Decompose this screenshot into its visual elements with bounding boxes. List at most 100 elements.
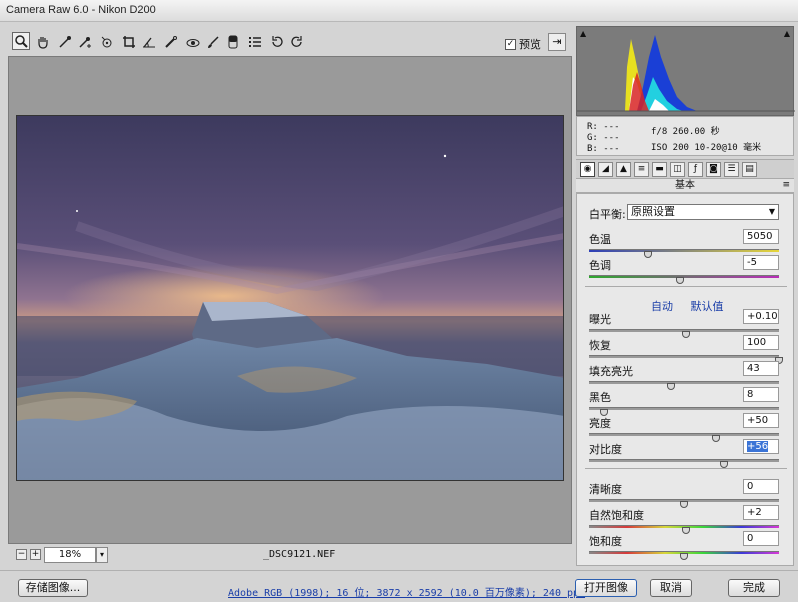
red-readout: R: --- — [587, 122, 620, 132]
vibrance-value-field[interactable]: +2 — [743, 505, 779, 520]
rotate-ccw-icon[interactable] — [268, 33, 286, 51]
zoom-in-button[interactable]: + — [30, 549, 41, 560]
blacks-value-field[interactable]: 8 — [743, 387, 779, 402]
recovery-slider[interactable] — [589, 355, 779, 358]
crop-icon[interactable] — [120, 33, 138, 51]
saturation-label: 饱和度 — [589, 535, 622, 548]
vibrance-label: 自然饱和度 — [589, 509, 644, 522]
panel-header: 基本 ≡ — [576, 179, 794, 193]
exposure-value-field[interactable]: +0.10 — [743, 309, 779, 324]
temperature-slider-thumb[interactable] — [643, 251, 652, 258]
white-balance-label: 白平衡: — [589, 208, 626, 221]
zoom-level-field[interactable]: 18% — [44, 547, 96, 563]
effects-tab[interactable]: ƒ — [688, 162, 703, 177]
hand-icon[interactable] — [34, 33, 52, 51]
toggle-fullscreen-button[interactable]: ⇥ — [548, 33, 566, 51]
recovery-value-field[interactable]: 100 — [743, 335, 779, 350]
info-panel: R: --- G: --- B: --- f/8 260.00 秒 ISO 20… — [576, 116, 794, 156]
contrast-value-field[interactable]: +56 — [743, 439, 779, 454]
rotate-cw-icon[interactable] — [288, 33, 306, 51]
zoom-icon[interactable] — [12, 32, 30, 50]
vibrance-value: +2 — [747, 507, 762, 518]
lens-tab[interactable]: ◫ — [670, 162, 685, 177]
blue-readout: B: --- — [587, 144, 620, 154]
zoom-dropdown-button[interactable]: ▾ — [96, 547, 108, 563]
tint-slider-thumb[interactable] — [676, 277, 685, 284]
clarity-slider-thumb[interactable] — [680, 501, 688, 508]
fill-light-slider[interactable] — [589, 381, 779, 384]
camera-calibration-tab[interactable]: ◙ — [706, 162, 721, 177]
clarity-value-field[interactable]: 0 — [743, 479, 779, 494]
open-image-button[interactable]: 打开图像 — [575, 579, 637, 597]
divider — [585, 468, 787, 469]
blacks-label: 黑色 — [589, 391, 611, 404]
blacks-value: 8 — [747, 389, 754, 400]
save-image-button[interactable]: 存储图像... — [18, 579, 88, 597]
spot-removal-icon[interactable] — [162, 33, 180, 51]
fill-light-label: 填充亮光 — [589, 365, 633, 378]
color-sampler-icon[interactable] — [76, 33, 94, 51]
image-canvas[interactable] — [8, 56, 572, 544]
white-balance-icon[interactable] — [56, 33, 74, 51]
brightness-value-field[interactable]: +50 — [743, 413, 779, 428]
straighten-icon[interactable] — [140, 33, 158, 51]
preferences-icon[interactable] — [246, 33, 264, 51]
presets-tab[interactable]: ☰ — [724, 162, 739, 177]
graduated-filter-icon[interactable] — [224, 33, 242, 51]
zoom-out-button[interactable]: − — [16, 549, 27, 560]
saturation-slider-thumb[interactable] — [680, 553, 688, 560]
preview-checkbox-box[interactable]: ✓ — [505, 38, 516, 50]
status-bar: − + 18% ▾ _DSC9121.NEF — [8, 545, 572, 565]
tint-value: -5 — [747, 257, 757, 268]
contrast-slider-thumb[interactable] — [719, 461, 728, 468]
vibrance-slider-thumb[interactable] — [681, 527, 690, 534]
chevron-down-icon: ▼ — [768, 207, 775, 216]
blacks-slider[interactable] — [589, 407, 779, 410]
saturation-value-field[interactable]: 0 — [743, 531, 779, 546]
panel-tabs: ◉ ◢ ▲ ≡ ▬ ◫ ƒ ◙ ☰ ▤ — [576, 159, 794, 179]
shadow-clipping-warning-icon[interactable]: ▲ — [580, 29, 586, 38]
snapshots-tab[interactable]: ▤ — [742, 162, 757, 177]
basic-tab[interactable]: ◉ — [580, 162, 595, 177]
red-eye-icon[interactable] — [184, 33, 202, 51]
detail-tab[interactable]: ▲ — [616, 162, 631, 177]
done-button[interactable]: 完成 — [728, 579, 780, 597]
target-adjust-icon[interactable] — [98, 33, 116, 51]
temperature-slider[interactable] — [589, 249, 779, 252]
fill-light-value-field[interactable]: 43 — [743, 361, 779, 376]
brightness-label: 亮度 — [589, 417, 611, 430]
brightness-slider-thumb[interactable] — [712, 435, 721, 442]
hsl-tab[interactable]: ≡ — [634, 162, 649, 177]
tint-value-field[interactable]: -5 — [743, 255, 779, 270]
contrast-label: 对比度 — [589, 443, 622, 456]
rgb-readout: R: --- G: --- B: --- — [587, 122, 620, 155]
workflow-options-link[interactable]: Adobe RGB (1998); 16 位; 3872 x 2592 (10.… — [228, 584, 585, 599]
split-toning-tab[interactable]: ▬ — [652, 162, 667, 177]
exposure-value: +0.10 — [747, 311, 778, 322]
divider — [585, 286, 787, 287]
histogram: ▲ ▲ — [576, 26, 795, 116]
saturation-value: 0 — [747, 533, 754, 544]
cancel-button[interactable]: 取消 — [650, 579, 692, 597]
camera-raw-window: Camera Raw 6.0 - Nikon D200 ✓ 预览 ⇥ − + 1… — [0, 0, 798, 602]
brightness-slider[interactable] — [589, 433, 779, 436]
temperature-value-field[interactable]: 5050 — [743, 229, 779, 244]
panel-title: 基本 — [675, 180, 695, 191]
tint-label: 色调 — [589, 259, 611, 272]
white-balance-select[interactable]: 原照设置 ▼ — [627, 204, 779, 220]
brightness-value: +50 — [747, 415, 769, 426]
auto-link[interactable]: 自动 — [651, 300, 673, 313]
contrast-slider[interactable] — [589, 459, 779, 462]
default-link[interactable]: 默认值 — [691, 300, 724, 313]
exposure-slider-thumb[interactable] — [681, 331, 690, 338]
toolbar: ✓ 预览 ⇥ — [8, 31, 572, 55]
basic-panel: 白平衡: 原照设置 ▼ 自动 默认值 色温 5050 色调 -5 曝光 +0.10 恢复 10… — [576, 193, 794, 566]
tone-curve-tab[interactable]: ◢ — [598, 162, 613, 177]
panel-menu-icon[interactable]: ≡ — [782, 179, 790, 192]
recovery-label: 恢复 — [589, 339, 611, 352]
preview-checkbox[interactable]: ✓ 预览 — [505, 36, 541, 52]
highlight-clipping-warning-icon[interactable]: ▲ — [784, 29, 790, 38]
adjustment-brush-icon[interactable] — [204, 33, 222, 51]
fill-light-slider-thumb[interactable] — [666, 383, 675, 390]
recovery-value: 100 — [747, 337, 767, 348]
